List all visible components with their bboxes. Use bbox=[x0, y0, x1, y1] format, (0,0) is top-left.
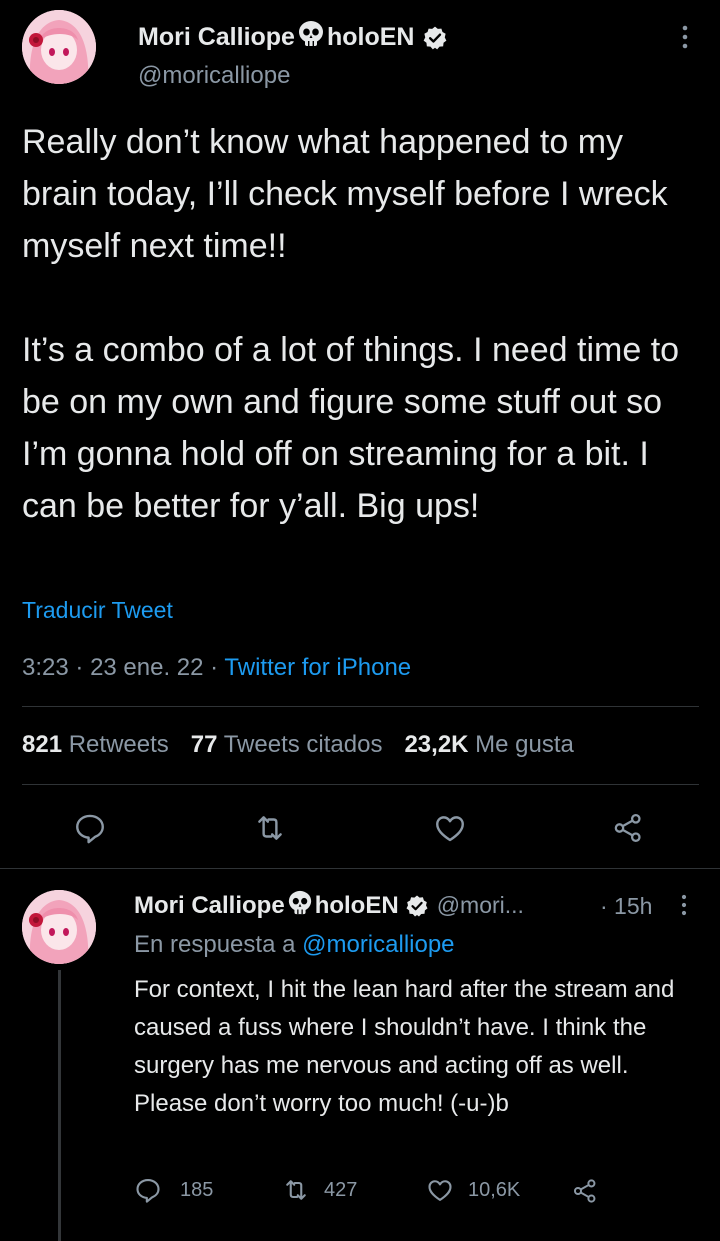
reply-author-name: Mori Calliope bbox=[134, 891, 285, 919]
reply-icon bbox=[134, 1176, 162, 1204]
replying-to-handle[interactable]: @moricalliope bbox=[302, 931, 454, 958]
divider bbox=[0, 868, 720, 869]
tweet-stats: 821 Retweets 77 Tweets citados 23,2K Me … bbox=[22, 731, 574, 759]
tweet-meta: 3:23 · 23 ene. 22 · Twitter for iPhone bbox=[22, 654, 411, 682]
like-heart-icon bbox=[426, 1176, 454, 1204]
retweet-action[interactable]: 427 bbox=[282, 1176, 357, 1204]
retweet-icon[interactable] bbox=[250, 808, 290, 848]
reply-time[interactable]: · 15h bbox=[600, 893, 652, 920]
likes-count: 23,2K bbox=[404, 731, 469, 758]
author-handle[interactable]: @moricalliope bbox=[138, 62, 290, 90]
verified-badge-icon bbox=[422, 25, 448, 51]
replying-to-prefix: En respuesta a bbox=[134, 931, 296, 958]
skull-icon bbox=[297, 20, 325, 55]
avatar-image bbox=[22, 890, 96, 964]
likes-stat[interactable]: 23,2K Me gusta bbox=[404, 731, 573, 759]
tweet-source-link[interactable]: Twitter for iPhone bbox=[224, 654, 411, 681]
quotes-label: Tweets citados bbox=[223, 731, 383, 758]
reply-text: For context, I hit the lean hard after t… bbox=[134, 976, 681, 1117]
author-name-row[interactable]: Mori Calliope holoEN bbox=[138, 20, 448, 55]
reply-author-suffix: holoEN bbox=[314, 891, 399, 919]
retweets-label: Retweets bbox=[68, 731, 169, 758]
reply-count: 185 bbox=[180, 1178, 214, 1201]
reply-more-options-icon[interactable] bbox=[676, 892, 692, 918]
retweets-count: 821 bbox=[22, 731, 63, 758]
share-icon[interactable] bbox=[608, 808, 648, 848]
reply-author-handle: @mori... bbox=[436, 892, 524, 918]
replying-to: En respuesta a @moricalliope bbox=[134, 931, 455, 959]
avatar-image bbox=[22, 10, 96, 84]
like-count: 10,6K bbox=[468, 1178, 521, 1201]
reply-author-avatar[interactable] bbox=[22, 890, 96, 964]
reply-action[interactable]: 185 bbox=[134, 1176, 213, 1204]
tweet-date[interactable]: 23 ene. 22 bbox=[90, 654, 203, 681]
reply-icon[interactable] bbox=[70, 808, 110, 848]
more-options-icon[interactable] bbox=[672, 22, 698, 52]
divider bbox=[22, 706, 699, 707]
meta-separator: · bbox=[75, 654, 91, 681]
like-action[interactable]: 10,6K bbox=[426, 1176, 520, 1204]
divider bbox=[22, 784, 699, 785]
retweets-stat[interactable]: 821 Retweets bbox=[22, 731, 169, 759]
reply-author-row[interactable]: Mori Calliope holoEN @mori... bbox=[134, 890, 524, 921]
translate-tweet-link[interactable]: Traducir Tweet bbox=[22, 597, 173, 624]
skull-icon bbox=[287, 890, 313, 921]
share-icon[interactable] bbox=[568, 1176, 602, 1206]
retweet-icon bbox=[282, 1176, 310, 1204]
quotes-stat[interactable]: 77 Tweets citados bbox=[191, 731, 383, 759]
like-heart-icon[interactable] bbox=[430, 808, 470, 848]
verified-badge-icon bbox=[405, 894, 429, 918]
tweet-time[interactable]: 3:23 bbox=[22, 654, 69, 681]
tweet-text: Really don’t know what happened to my br… bbox=[22, 123, 680, 525]
meta-separator: · bbox=[210, 654, 225, 681]
thread-line bbox=[58, 970, 61, 1241]
author-name: Mori Calliope bbox=[138, 23, 295, 51]
quotes-count: 77 bbox=[190, 731, 218, 758]
likes-label: Me gusta bbox=[475, 731, 574, 758]
author-suffix: holoEN bbox=[326, 23, 415, 51]
retweet-count: 427 bbox=[324, 1178, 358, 1201]
author-avatar[interactable] bbox=[22, 10, 96, 84]
